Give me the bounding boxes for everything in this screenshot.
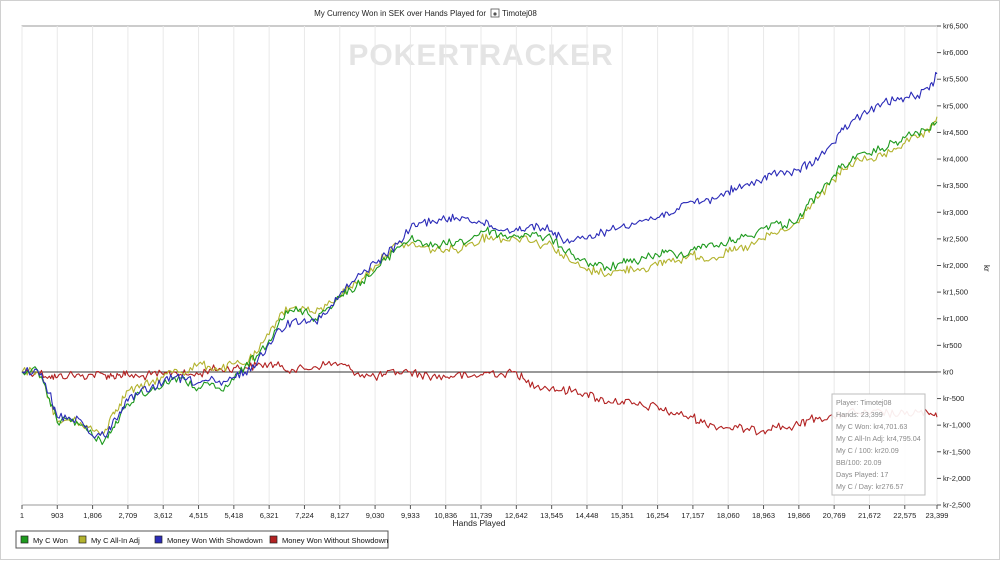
player-icon <box>490 8 500 18</box>
x-tick-label: 22,575 <box>893 511 916 520</box>
legend-label-money-won-without-showdown: Money Won Without Showdown <box>282 536 388 545</box>
x-tick-label: 15,351 <box>611 511 634 520</box>
x-tick-label: 14,448 <box>575 511 598 520</box>
y-tick-label: kr0 <box>943 367 953 376</box>
x-tick-label: 21,672 <box>858 511 881 520</box>
chart-title: My Currency Won in SEK over Hands Played… <box>314 9 486 18</box>
tooltip-line: Days Played: 17 <box>836 470 888 479</box>
chart-window: My Currency Won in SEK over Hands Played… <box>0 0 1000 560</box>
y-tick-label: kr3,500 <box>943 181 968 190</box>
tooltip-line: My C All-In Adj: kr4,795.04 <box>836 434 921 443</box>
legend-swatch-my-c-all-in-adj <box>78 535 87 544</box>
legend-swatch-money-won-with-showdown <box>154 535 163 544</box>
y-tick-label: kr3,000 <box>943 208 968 217</box>
x-tick-label: 6,321 <box>260 511 279 520</box>
x-tick-label: 3,612 <box>154 511 173 520</box>
y-tick-label: kr-1,000 <box>943 421 971 430</box>
y-tick-label: kr500 <box>943 341 962 350</box>
y-tick-label: kr-500 <box>943 394 964 403</box>
x-tick-label: 13,545 <box>540 511 563 520</box>
x-tick-label: 9,030 <box>366 511 385 520</box>
x-tick-label: 23,399 <box>926 511 949 520</box>
x-tick-label: 9,933 <box>401 511 420 520</box>
chart-title-player: Timotej08 <box>502 9 537 18</box>
x-tick-label: 12,642 <box>505 511 528 520</box>
chart-svg: My Currency Won in SEK over Hands Played… <box>0 0 1000 560</box>
x-tick-label: 8,127 <box>330 511 349 520</box>
y-axis-label: kr <box>982 265 991 272</box>
legend-item-money-won-without-showdown[interactable]: Money Won Without Showdown <box>269 535 388 545</box>
y-tick-label: kr6,000 <box>943 48 968 57</box>
tooltip-line: Player: Timotej08 <box>836 398 892 407</box>
x-tick-label: 903 <box>51 511 64 520</box>
y-tick-label: kr4,000 <box>943 155 968 164</box>
legend-item-money-won-with-showdown[interactable]: Money Won With Showdown <box>154 535 263 545</box>
y-tick-label: kr-2,500 <box>943 501 971 510</box>
tooltip-line: My C / Day: kr276.57 <box>836 482 904 491</box>
x-axis-label: Hands Played <box>453 518 506 528</box>
y-tick-label: kr-1,500 <box>943 447 971 456</box>
legend-swatch-money-won-without-showdown <box>269 535 278 544</box>
x-tick-label: 5,418 <box>224 511 243 520</box>
plot-area <box>21 25 938 506</box>
y-tick-label: kr1,500 <box>943 288 968 297</box>
x-tick-label: 20,769 <box>823 511 846 520</box>
legend-label-money-won-with-showdown: Money Won With Showdown <box>167 536 263 545</box>
x-tick-label: 16,254 <box>646 511 669 520</box>
y-tick-label: kr5,000 <box>943 101 968 110</box>
legend-label-my-c-won: My C Won <box>33 536 68 545</box>
x-tick-label: 17,157 <box>681 511 704 520</box>
y-tick-label: kr4,500 <box>943 128 968 137</box>
legend-label-my-c-all-in-adj: My C All-In Adj <box>91 536 140 545</box>
legend: My C Won My C All-In Adj Money Won With … <box>15 530 389 549</box>
y-tick-label: kr1,000 <box>943 314 968 323</box>
x-tick-label: 18,963 <box>752 511 775 520</box>
x-tick-label: 18,060 <box>717 511 740 520</box>
x-tick-label: 19,866 <box>787 511 810 520</box>
tooltip-line: Hands: 23,399 <box>836 410 883 419</box>
x-tick-label: 7,224 <box>295 511 314 520</box>
tooltip-line: My C / 100: kr20.09 <box>836 446 899 455</box>
legend-swatch-my-c-won <box>20 535 29 544</box>
x-tick-label: 4,515 <box>189 511 208 520</box>
x-tick-label: 2,709 <box>119 511 138 520</box>
y-tick-label: kr2,000 <box>943 261 968 270</box>
y-tick-label: kr5,500 <box>943 75 968 84</box>
x-tick-label: 1,806 <box>83 511 102 520</box>
summary-tooltip: Player: Timotej08 Hands: 23,399 My C Won… <box>831 393 926 496</box>
y-tick-label: kr2,500 <box>943 234 968 243</box>
y-tick-label: kr6,500 <box>943 22 968 31</box>
x-tick-label: 1 <box>20 511 24 520</box>
tooltip-line: My C Won: kr4,701.63 <box>836 422 907 431</box>
tooltip-line: BB/100: 20.09 <box>836 458 882 467</box>
y-tick-label: kr-2,000 <box>943 474 971 483</box>
